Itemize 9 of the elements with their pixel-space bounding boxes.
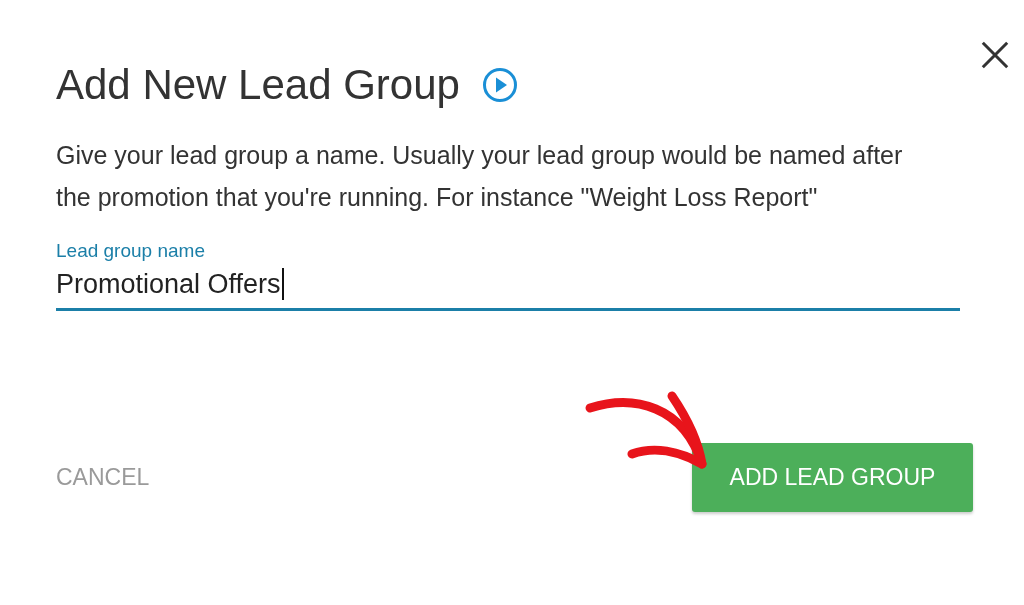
description-text: Give your lead group a name. Usually your lead group would be named after the promotion that you're running. For instance "Weight Loss Report" (56, 140, 904, 213)
name-field[interactable]: Lead group name Promotional Offers (56, 238, 960, 311)
field-value: Promotional Offers (56, 268, 281, 301)
dialog-title: Add New Lead Group (56, 60, 460, 110)
cancel-button[interactable]: CANCEL (56, 464, 150, 491)
field-label: Lead group name (56, 239, 206, 263)
close-icon[interactable] (980, 40, 1010, 70)
play-icon[interactable] (481, 67, 518, 103)
add-button[interactable]: ADD LEAD GROUP (692, 443, 973, 512)
